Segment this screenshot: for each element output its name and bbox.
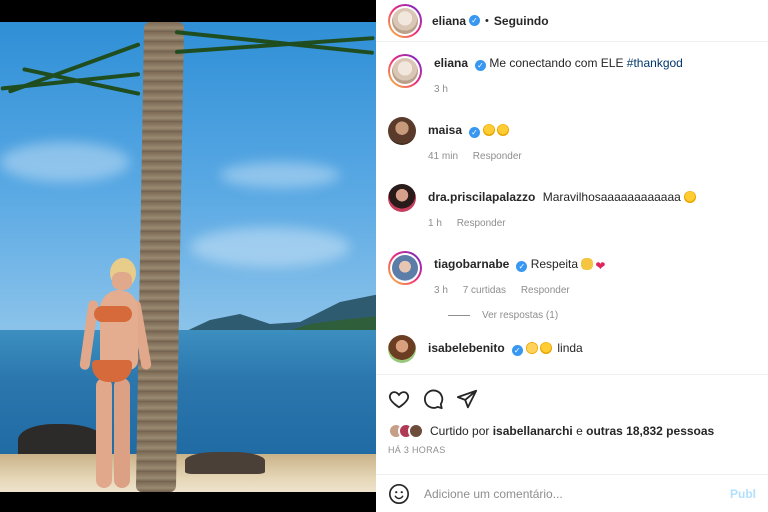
following-button[interactable]: Seguindo [494,14,549,28]
reply-button[interactable]: Responder [457,218,506,229]
star-struck-emoji-icon [497,124,510,136]
verified-icon: ✓ [516,261,528,272]
reply-button[interactable]: Responder [473,151,522,162]
caption-username[interactable]: eliana [434,56,468,70]
add-comment-bar: Publ [376,474,768,512]
beach-photo-image [0,22,376,492]
likes-summary[interactable]: Curtido por isabellanarchi e outras 18,8… [388,423,756,439]
comment-username[interactable]: dra.priscilapalazzo [428,190,535,204]
post-timestamp: HÁ 3 HORAS [388,445,446,455]
view-replies-label: Ver respostas (1) [482,310,559,321]
comment-item: tiagobarnabe ✓ Respeita ❤ 3 h 7 curtidas … [388,251,756,296]
reply-button[interactable]: Responder [521,285,570,296]
heart-icon[interactable] [388,388,410,410]
comment-item: dra.priscilapalazzo Maravilhosaaaaaaaaaa… [388,184,756,229]
post-button[interactable]: Publ [730,487,756,501]
verified-icon: ✓ [469,127,481,138]
share-icon[interactable] [456,388,478,410]
likes-prefix: Curtido por [430,424,490,438]
caption: eliana ✓ Me conectando com ELE #thankgod … [388,54,756,95]
avatar[interactable] [388,184,416,212]
comment-text: Respeita [530,257,579,271]
comments-list[interactable]: eliana ✓ Me conectando com ELE #thankgod … [376,42,768,372]
verified-icon: ✓ [511,345,523,356]
comment-text: linda [557,341,583,355]
avatar [408,423,424,439]
comment-username[interactable]: maisa [428,123,462,137]
comment-input[interactable] [424,486,730,501]
star-struck-emoji-icon [684,191,697,203]
person-figure [79,250,153,490]
red-heart-emoji-icon: ❤ [595,259,606,273]
comment-text: Maravilhosaaaaaaaaaaaa [542,190,681,204]
post-actions: Curtido por isabellanarchi e outras 18,8… [376,374,768,455]
comment-time: 3 h [434,285,448,296]
caption-text: Me conectando com ELE [489,56,624,70]
header-username[interactable]: eliana [432,14,466,28]
star-struck-emoji-icon [483,124,496,136]
verified-icon: ✓ [469,15,481,26]
avatar[interactable] [388,117,416,145]
avatar[interactable] [392,7,418,34]
crying-face-emoji-icon [526,342,539,354]
post-header: eliana ✓ • Seguindo [376,0,768,42]
hashtag-link[interactable]: #thankgod [627,56,683,70]
comment-username[interactable]: tiagobarnabe [434,257,509,271]
star-struck-emoji-icon [540,342,553,354]
separator-dot: • [485,14,489,27]
story-ring[interactable] [388,3,422,38]
comment-username[interactable]: isabelebenito [428,341,505,355]
avatar[interactable] [392,255,418,281]
post-side-panel: eliana ✓ • Seguindo eliana ✓ Me conectand… [376,0,768,512]
hills-shape [180,294,376,334]
liker-avatars [388,423,424,439]
comment-item: maisa ✓ 41 min Responder [388,117,756,162]
clapping-hands-emoji-icon [581,258,594,270]
comment-icon[interactable] [422,388,444,410]
emoji-icon[interactable] [388,483,410,505]
comment-likes[interactable]: 7 curtidas [463,285,506,296]
post-photo[interactable] [0,0,376,512]
comment-time: 1 h [428,218,442,229]
comment-item: isabelebenito ✓ linda [388,335,756,363]
view-replies-button[interactable]: Ver respostas (1) [448,310,756,321]
comment-time: 41 min [428,151,459,162]
verified-icon: ✓ [475,60,487,71]
likes-others[interactable]: outras 18,832 pessoas [586,424,714,438]
caption-time: 3 h [434,84,448,95]
likes-user[interactable]: isabellanarchi [493,424,573,438]
likes-connector: e [576,424,583,438]
avatar[interactable] [388,335,416,363]
avatar[interactable] [392,58,418,84]
